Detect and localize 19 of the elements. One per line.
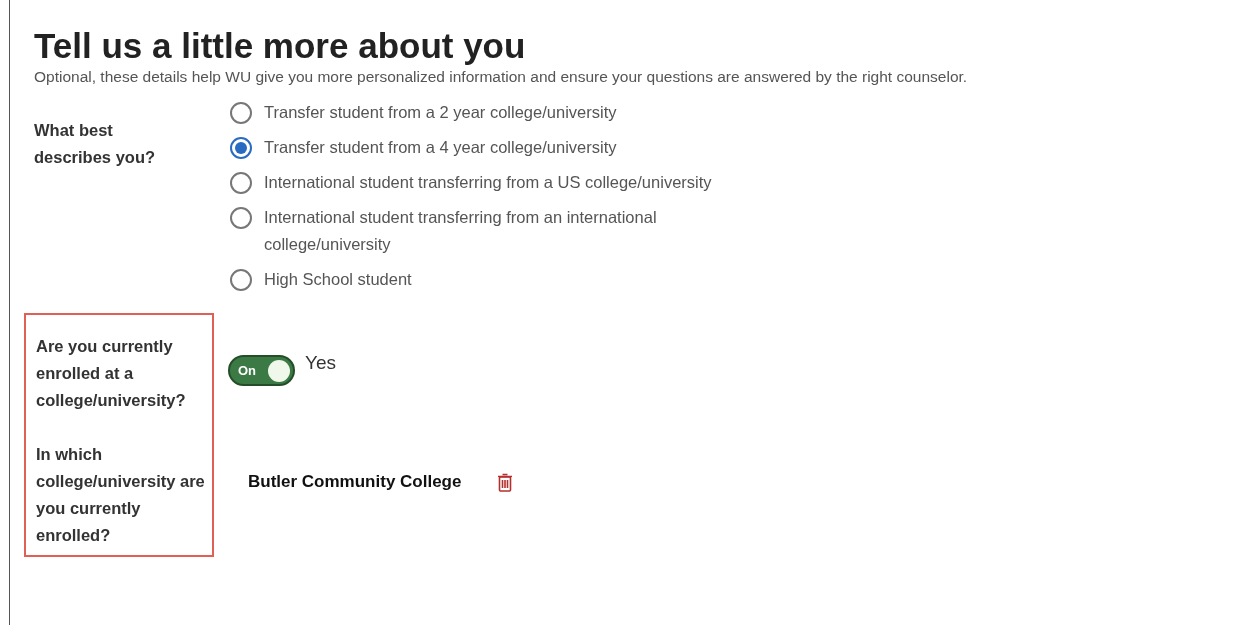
college-name: Butler Community College	[248, 472, 462, 492]
radio-button[interactable]	[230, 172, 252, 194]
radio-button[interactable]	[230, 207, 252, 229]
option-label: International student transferring from a US college/university	[264, 172, 712, 193]
trash-icon[interactable]	[497, 472, 514, 492]
toggle-switch[interactable]: On	[228, 355, 295, 386]
page-subtitle: Optional, these details help WU give you more personalized information and ensure your questions are answered by the right counselor.	[34, 68, 969, 86]
option-label: Transfer student from a 4 year college/university	[264, 137, 617, 158]
radio-button[interactable]	[230, 102, 252, 124]
radio-button[interactable]	[230, 269, 252, 291]
question-label: Are you currently enrolled at a college/university?	[36, 336, 187, 411]
question-label: What best describes you?	[34, 120, 157, 168]
option-label: High School student	[264, 269, 412, 290]
page-title: Tell us a little more about you	[34, 26, 527, 66]
radio-button[interactable]	[230, 137, 252, 159]
answer-text: Yes	[305, 352, 336, 374]
option-label: Transfer student from a 2 year college/university	[264, 102, 617, 123]
question-label: In which college/university are you currently enrolled?	[36, 444, 206, 546]
option-label: International student transferring from an international college/university	[264, 207, 658, 255]
